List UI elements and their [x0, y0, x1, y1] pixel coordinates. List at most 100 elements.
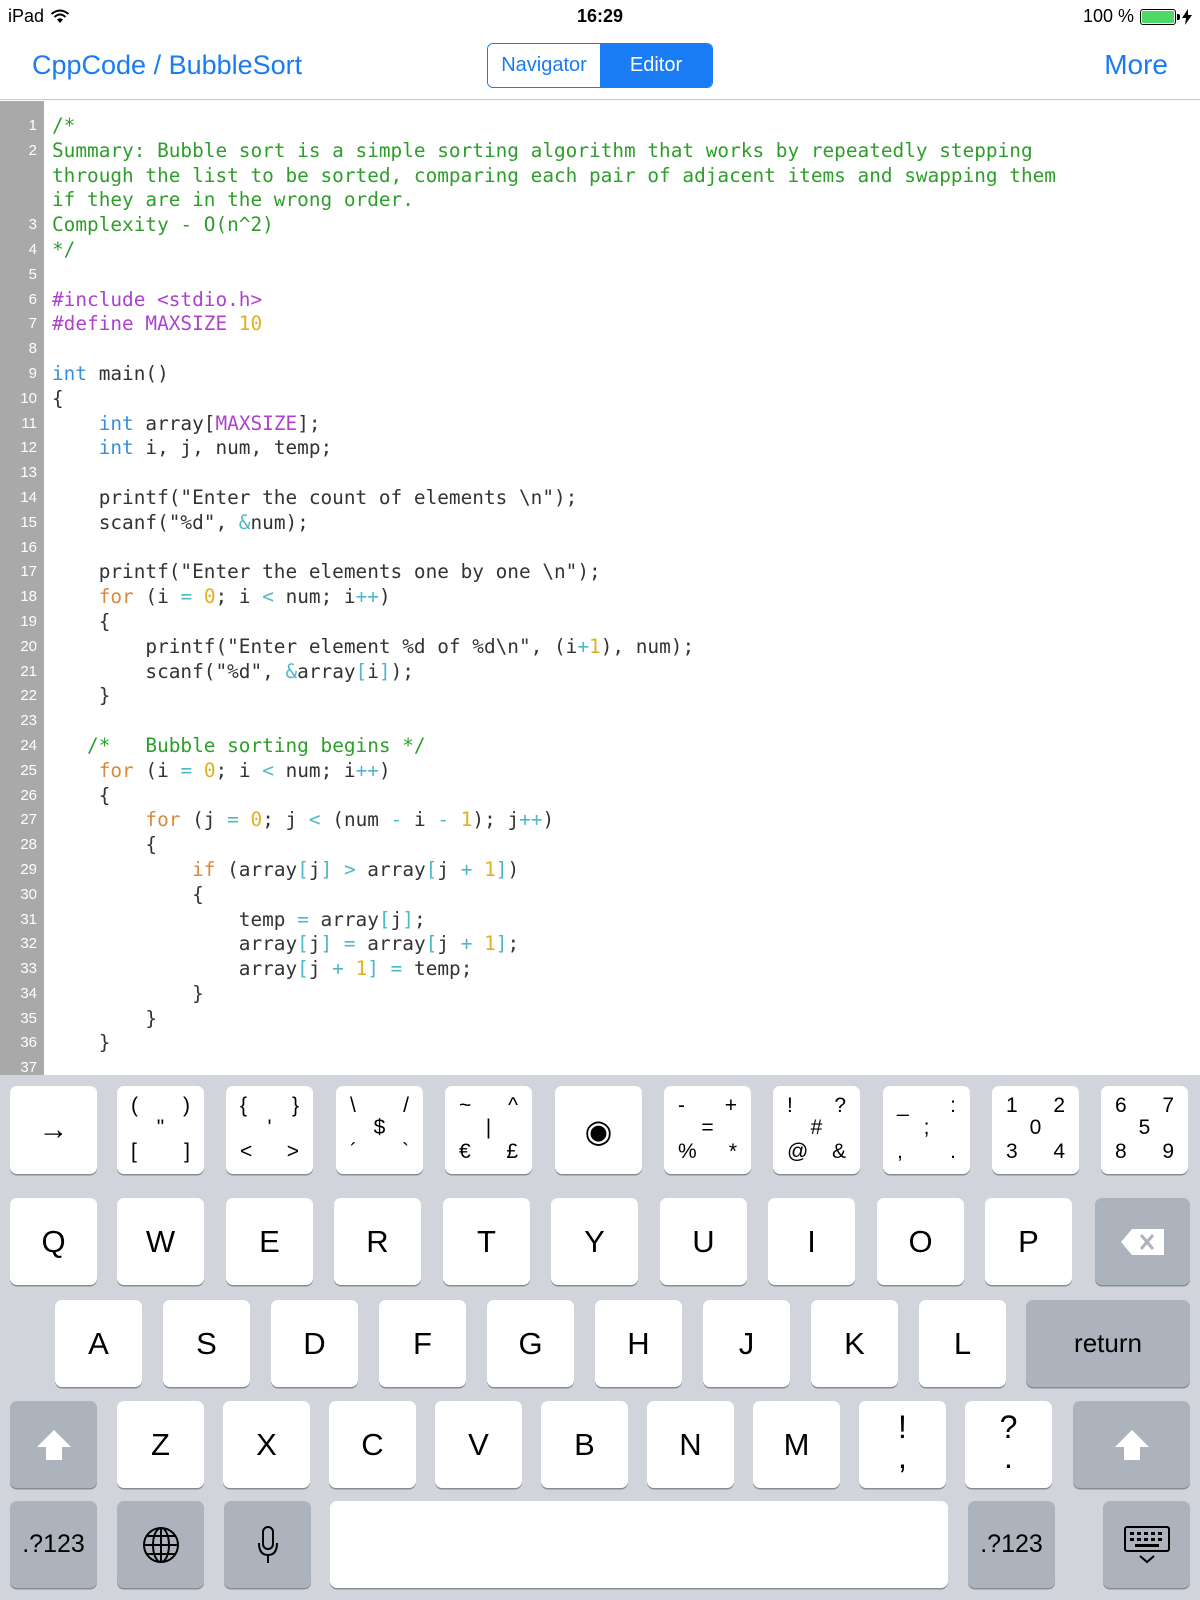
code-line[interactable]: 27 for (j = 0; j < (num - i - 1); j++) — [0, 808, 1200, 833]
tab-navigator[interactable]: Navigator — [488, 44, 600, 87]
key-m[interactable]: M — [753, 1401, 840, 1488]
code-line[interactable]: 34 } — [0, 982, 1200, 1007]
code-line[interactable]: 22 } — [0, 684, 1200, 709]
key-i[interactable]: I — [768, 1198, 855, 1285]
tab-key[interactable]: → — [10, 1086, 97, 1174]
shift-key-right[interactable] — [1073, 1401, 1190, 1488]
code-line[interactable]: 10 { — [0, 387, 1200, 412]
tilde-caret-currency-key[interactable]: ~ ^ | € £ — [445, 1086, 532, 1174]
code-line[interactable]: 7 #define MAXSIZE 10 — [0, 312, 1200, 337]
punctuation-key[interactable]: ?. — [965, 1401, 1052, 1488]
code-line[interactable]: 29 if (array[j] > array[j + 1]) — [0, 858, 1200, 883]
paren-bracket-quote-key[interactable]: () " [] — [117, 1086, 204, 1174]
code-line[interactable]: 18 for (i = 0; i < num; i++) — [0, 585, 1200, 610]
breadcrumb-title[interactable]: CppCode / BubbleSort — [32, 50, 302, 81]
code-line[interactable]: 30 { — [0, 883, 1200, 908]
key-t[interactable]: T — [443, 1198, 530, 1285]
code-line[interactable]: 31 temp = array[j]; — [0, 908, 1200, 933]
code-line[interactable]: through the list to be sorted, comparing… — [0, 164, 1200, 189]
key-w[interactable]: W — [117, 1198, 204, 1285]
operators-key[interactable]: - + =% * — [664, 1086, 751, 1174]
code-text[interactable]: 1 /* 2 Summary: Bubble sort is a simple sor… — [0, 114, 1200, 1075]
separators-key[interactable]: _:;,. — [883, 1086, 970, 1174]
key-r[interactable]: R — [334, 1198, 421, 1285]
tab-editor[interactable]: Editor — [600, 44, 712, 87]
code-line[interactable]: 33 array[j + 1] = temp; — [0, 957, 1200, 982]
code-line[interactable]: 3 Complexity - O(n^2) — [0, 213, 1200, 238]
status-bar: iPad 16:29 100 % — [0, 0, 1200, 34]
line-number — [0, 164, 44, 189]
punctuation-key[interactable]: !, — [859, 1401, 946, 1488]
code-line[interactable]: 17 printf("Enter the elements one by one… — [0, 560, 1200, 585]
digits-0-4-key[interactable]: 1 203 4 — [992, 1086, 1079, 1174]
code-line[interactable]: 37 — [0, 1056, 1200, 1075]
code-line[interactable]: 12 int i, j, num, temp; — [0, 436, 1200, 461]
code-line[interactable]: 2 Summary: Bubble sort is a simple sortin… — [0, 139, 1200, 164]
code-line[interactable]: 28 { — [0, 833, 1200, 858]
cursor-control-key[interactable]: ◉ — [555, 1086, 642, 1174]
code-line[interactable]: 5 — [0, 263, 1200, 288]
key-l[interactable]: L — [919, 1300, 1006, 1387]
hide-keyboard-key[interactable] — [1103, 1501, 1190, 1588]
key-z[interactable]: Z — [117, 1401, 204, 1488]
line-number: 3 — [28, 216, 37, 234]
code-line[interactable]: 15 scanf("%d", &num); — [0, 511, 1200, 536]
code-line[interactable]: 24 /* Bubble sorting begins */ — [0, 734, 1200, 759]
key-k[interactable]: K — [811, 1300, 898, 1387]
digits-5-9-key[interactable]: 6 758 9 — [1101, 1086, 1188, 1174]
punctuation-key[interactable]: !? # @ & — [773, 1086, 860, 1174]
key-h[interactable]: H — [595, 1300, 682, 1387]
key-e[interactable]: E — [226, 1198, 313, 1285]
key-n[interactable]: N — [647, 1401, 734, 1488]
code-line[interactable]: if they are in the wrong order. — [0, 188, 1200, 213]
code-line[interactable]: 21 scanf("%d", &array[i]); — [0, 660, 1200, 685]
code-token: ] — [402, 907, 414, 931]
code-line[interactable]: 14 printf("Enter the count of elements \… — [0, 486, 1200, 511]
shift-key-left[interactable] — [10, 1401, 97, 1488]
key-f[interactable]: F — [379, 1300, 466, 1387]
globe-key[interactable] — [117, 1501, 204, 1588]
code-line[interactable]: 1 /* — [0, 114, 1200, 139]
code-line[interactable]: 9 int main() — [0, 362, 1200, 387]
key-a[interactable]: A — [55, 1300, 142, 1387]
numbers-key-right[interactable]: .?123 — [968, 1501, 1055, 1588]
code-line[interactable]: 16 — [0, 536, 1200, 561]
key-q[interactable]: Q — [10, 1198, 97, 1285]
more-button[interactable]: More — [1104, 49, 1168, 81]
key-v[interactable]: V — [435, 1401, 522, 1488]
backspace-key[interactable] — [1095, 1198, 1190, 1285]
code-line[interactable]: 20 printf("Enter element %d of %d\n", (i… — [0, 635, 1200, 660]
line-text: scanf("%d", &array[i]); — [44, 660, 414, 685]
code-line[interactable]: 26 { — [0, 784, 1200, 809]
code-token: } — [52, 1031, 111, 1055]
code-editor[interactable]: 1 /* 2 Summary: Bubble sort is a simple sor… — [0, 101, 1200, 1075]
code-line[interactable]: 11 int array[MAXSIZE]; — [0, 412, 1200, 437]
key-d[interactable]: D — [271, 1300, 358, 1387]
key-x[interactable]: X — [223, 1401, 310, 1488]
key-g[interactable]: G — [487, 1300, 574, 1387]
code-line[interactable]: 13 — [0, 461, 1200, 486]
key-b[interactable]: B — [541, 1401, 628, 1488]
brace-angle-key[interactable]: {} ' < > — [226, 1086, 313, 1174]
code-line[interactable]: 23 — [0, 709, 1200, 734]
key-y[interactable]: Y — [551, 1198, 638, 1285]
key-u[interactable]: U — [660, 1198, 747, 1285]
key-p[interactable]: P — [985, 1198, 1072, 1285]
code-line[interactable]: 32 array[j] = array[j + 1]; — [0, 932, 1200, 957]
key-o[interactable]: O — [877, 1198, 964, 1285]
dictation-key[interactable] — [224, 1501, 311, 1588]
code-line[interactable]: 25 for (i = 0; i < num; i++) — [0, 759, 1200, 784]
space-bar[interactable] — [330, 1501, 948, 1588]
code-line[interactable]: 4 */ — [0, 238, 1200, 263]
code-line[interactable]: 35 } — [0, 1007, 1200, 1032]
code-line[interactable]: 8 — [0, 337, 1200, 362]
code-line[interactable]: 36 } — [0, 1031, 1200, 1056]
code-line[interactable]: 19 { — [0, 610, 1200, 635]
numbers-key-left[interactable]: .?123 — [10, 1501, 97, 1588]
return-key[interactable]: return — [1026, 1300, 1190, 1387]
code-line[interactable]: 6 #include <stdio.h> — [0, 288, 1200, 313]
key-c[interactable]: C — [329, 1401, 416, 1488]
key-j[interactable]: J — [703, 1300, 790, 1387]
key-s[interactable]: S — [163, 1300, 250, 1387]
slash-dollar-key[interactable]: \ / $ ´ ` — [336, 1086, 423, 1174]
